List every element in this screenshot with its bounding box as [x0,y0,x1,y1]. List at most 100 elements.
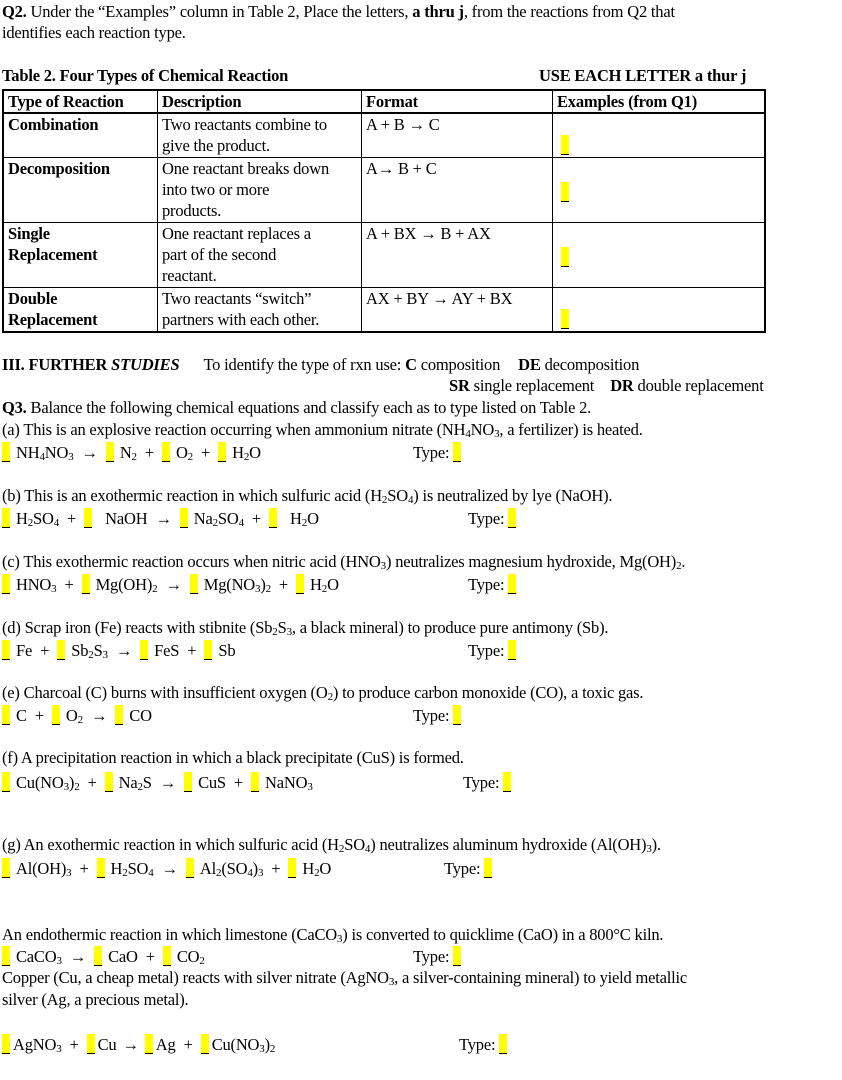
coefficient-blank[interactable] [2,640,10,660]
reaction-description: (a) This is an explosive reaction occurr… [2,420,643,440]
examples-cell[interactable] [552,222,766,288]
legend-meaning: single replacement [469,376,595,395]
q2-text: Under the “Examples” column in Table 2, … [26,2,413,21]
coefficient-blank[interactable] [269,508,278,528]
header-description: Description [157,89,362,114]
equation-operator: + [34,706,44,725]
coefficient-blank[interactable] [2,772,10,792]
coefficient-blank[interactable] [2,946,10,966]
coefficient-blank[interactable] [200,1034,209,1054]
type-label: Type: [413,947,450,966]
type-field[interactable]: Type: [468,640,519,661]
type-answer-blank[interactable] [499,1034,508,1054]
description-cell: One reactant breaks down into two or more… [157,157,362,223]
type-field[interactable]: Type: [468,508,519,529]
coefficient-blank[interactable] [51,705,60,725]
coefficient-blank[interactable] [84,508,93,528]
answer-blank[interactable] [561,247,569,267]
coefficient-blank[interactable] [184,772,193,792]
answer-blank[interactable] [561,135,569,155]
type-field[interactable]: Type: [468,574,519,595]
chemical-species: H2SO4 [110,859,154,879]
coefficient-blank[interactable] [2,858,10,878]
coefficient-blank[interactable] [179,508,188,528]
desc-line: part of the second [162,245,277,264]
type-field[interactable]: Type: [413,442,464,463]
type-answer-blank[interactable] [453,442,462,462]
table-row: Decomposition One reactant breaks down in… [2,157,766,223]
balance-equation: Al(OH)3 + H2SO4 → Al2(SO4)3 + H2O [2,858,331,879]
table-note: USE EACH LETTER a thur j [539,66,747,85]
coefficient-blank[interactable] [94,946,103,966]
coefficient-blank[interactable] [2,442,10,462]
coefficient-blank[interactable] [2,1034,10,1054]
table-row: Combination Two reactants combine to give… [2,112,766,158]
coefficient-blank[interactable] [2,574,10,594]
coefficient-blank[interactable] [162,946,171,966]
equation-operator: + [187,641,197,660]
coefficient-blank[interactable] [251,772,260,792]
coefficient-blank[interactable] [288,858,297,878]
coefficient-blank[interactable] [218,442,227,462]
format-cell: AX + BY → AY + BX [361,287,553,333]
type-answer-blank[interactable] [484,858,493,878]
type-field[interactable]: Type: [463,772,514,793]
type-label: Type: [468,575,505,594]
examples-cell[interactable] [552,157,766,223]
examples-cell[interactable] [552,287,766,333]
equation-operator: + [67,509,77,528]
type-answer-blank[interactable] [508,574,517,594]
q3-prompt: Q3. Balance the following chemical equat… [2,398,591,418]
q2-text-end: , from the reactions from Q2 that [463,2,675,21]
answer-blank[interactable] [561,182,569,202]
coefficient-blank[interactable] [185,858,194,878]
type-answer-blank[interactable] [503,772,512,792]
section-heading-italic: STUDIES [111,355,180,374]
format-cell: A + B → C [361,112,553,158]
coefficient-blank[interactable] [104,772,113,792]
coefficient-blank[interactable] [296,574,305,594]
type-answer-blank[interactable] [508,508,517,528]
type-field[interactable]: Type: [459,1034,510,1055]
type-label: Type: [444,859,481,878]
header-type: Type of Reaction [2,89,158,114]
desc-line: into two or more [162,180,270,199]
coefficient-blank[interactable] [86,1034,95,1054]
description-cell: One reactant replaces a part of the secon… [157,222,362,288]
coefficient-blank[interactable] [57,640,66,660]
type-answer-blank[interactable] [453,705,462,725]
type-name: Combination [8,115,99,134]
type-field[interactable]: Type: [444,858,495,879]
section-heading: III. FURTHER [2,355,112,374]
desc-line: partners with each other. [162,310,320,329]
chemical-species: H2SO4 [16,509,60,529]
chemical-species: Cu(NO3)2 [16,773,80,793]
chemical-species: NaNO3 [265,773,313,793]
coefficient-blank[interactable] [81,574,90,594]
coefficient-blank[interactable] [105,442,114,462]
coefficient-blank[interactable] [189,574,198,594]
chemical-species: H2O [290,509,319,529]
equation-operator: → [69,947,87,966]
type-answer-blank[interactable] [508,640,517,660]
coefficient-blank[interactable] [144,1034,153,1054]
coefficient-blank[interactable] [161,442,170,462]
chemical-species: H2O [232,443,261,463]
chemical-species: CO2 [176,947,205,967]
coefficient-blank[interactable] [115,705,124,725]
coefficient-blank[interactable] [2,705,10,725]
examples-cell[interactable] [552,112,766,158]
type-field[interactable]: Type: [413,946,464,967]
coefficient-blank[interactable] [96,858,105,878]
coefficient-blank[interactable] [140,640,149,660]
answer-blank[interactable] [561,309,569,329]
type-field[interactable]: Type: [413,705,464,726]
coefficient-blank[interactable] [204,640,213,660]
coefficient-blank[interactable] [2,508,10,528]
q2-prompt-line2: identifies each reaction type. [2,23,186,42]
table-row: Single Replacement One reactant replaces … [2,222,766,288]
type-answer-blank[interactable] [453,946,462,966]
equation-operator: → [159,773,177,792]
type-name: Replacement [8,310,98,329]
desc-line: reactant. [162,266,217,285]
